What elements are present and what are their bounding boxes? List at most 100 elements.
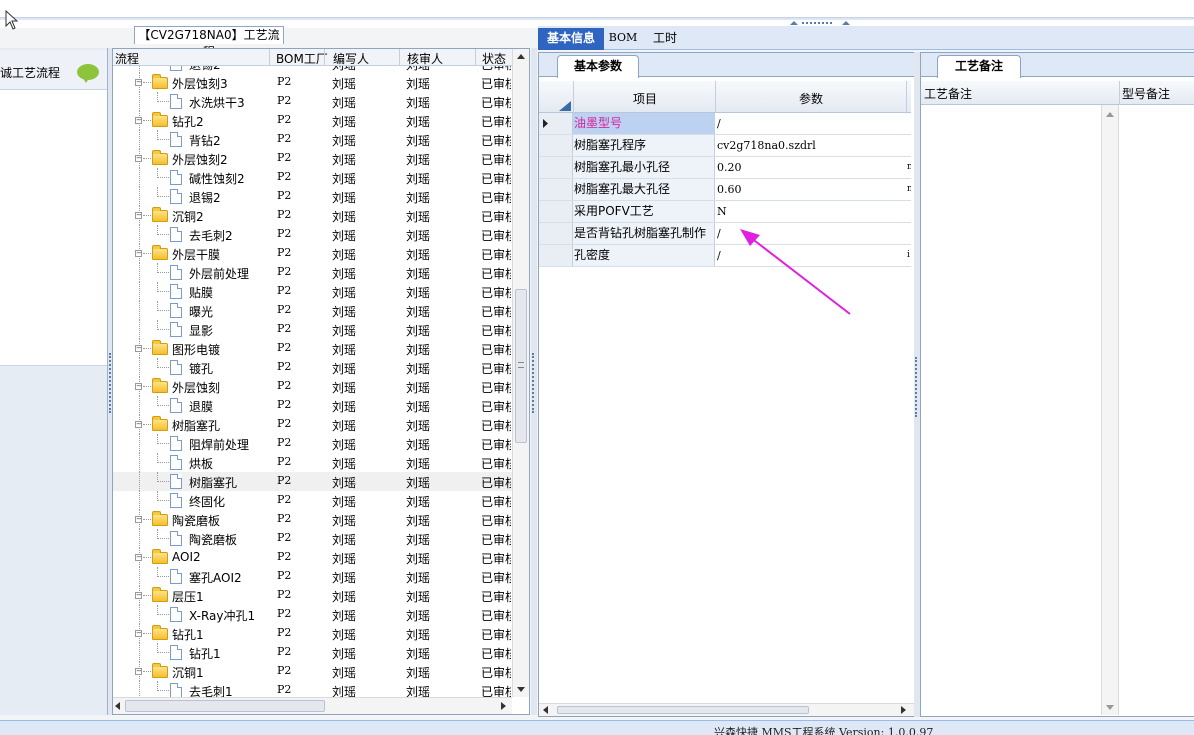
tree-step-row[interactable]: 终固化 P2 刘瑶 刘瑶 已审核: [113, 491, 513, 510]
column-divider[interactable]: [715, 81, 716, 113]
tree-folder-row[interactable]: − 钻孔1 P2 刘瑶 刘瑶 已审核: [113, 624, 513, 643]
scroll-left-icon[interactable]: [115, 702, 120, 710]
scroll-down-icon[interactable]: [517, 687, 525, 692]
header-flow[interactable]: 流程: [115, 50, 139, 67]
param-value[interactable]: 0.60: [716, 179, 906, 200]
collapse-toggle-icon[interactable]: −: [135, 79, 142, 86]
header-reviewer[interactable]: 核审人: [407, 50, 443, 67]
collapse-toggle-icon[interactable]: −: [135, 516, 142, 523]
collapse-toggle-icon[interactable]: −: [135, 592, 142, 599]
tree-step-row[interactable]: 去毛刺2 P2 刘瑶 刘瑶 已审核: [113, 225, 513, 244]
tree-step-row[interactable]: 镀孔 P2 刘瑶 刘瑶 已审核: [113, 358, 513, 377]
header-process-notes[interactable]: 工艺备注: [924, 85, 972, 102]
column-divider[interactable]: [324, 49, 325, 66]
tree-step-row[interactable]: 阻焊前处理 P2 刘瑶 刘瑶 已审核: [113, 434, 513, 453]
column-divider[interactable]: [399, 49, 400, 66]
tree-step-row[interactable]: 贴膜 P2 刘瑶 刘瑶 已审核: [113, 282, 513, 301]
column-divider[interactable]: [906, 81, 907, 113]
column-divider[interactable]: [1119, 81, 1120, 105]
tree-horizontal-scrollbar[interactable]: [113, 697, 512, 714]
collapse-toggle-icon[interactable]: −: [135, 250, 142, 257]
tree-step-row[interactable]: 水洗烘干3 P2 刘瑶 刘瑶 已审核: [113, 92, 513, 111]
collapse-toggle-icon[interactable]: −: [135, 630, 142, 637]
tree-folder-row[interactable]: − 陶瓷磨板 P2 刘瑶 刘瑶 已审核: [113, 510, 513, 529]
tree-step-row[interactable]: 树脂塞孔 P2 刘瑶 刘瑶 已审核: [113, 472, 513, 491]
tree-folder-row[interactable]: − 沉铜1 P2 刘瑶 刘瑶 已审核: [113, 662, 513, 681]
collapse-toggle-icon[interactable]: −: [135, 383, 142, 390]
scroll-right-icon[interactable]: [901, 706, 906, 714]
tree-step-row[interactable]: 退锡2 P2 刘瑶 刘瑶 已审核: [113, 187, 513, 206]
row-header[interactable]: [539, 135, 573, 156]
tree-step-row[interactable]: 塞孔AOI2 P2 刘瑶 刘瑶 已审核: [113, 567, 513, 586]
notes-vertical-scrollbar[interactable]: [1101, 105, 1119, 715]
tab-work-hours[interactable]: 工时: [646, 28, 684, 50]
scrollbar-thumb[interactable]: [515, 289, 527, 443]
tab-basic-info[interactable]: 基本信息: [538, 28, 604, 50]
tree-folder-row[interactable]: − 外层干膜 P2 刘瑶 刘瑶 已审核: [113, 244, 513, 263]
tree-folder-row[interactable]: − 树脂塞孔 P2 刘瑶 刘瑶 已审核: [113, 415, 513, 434]
header-bom[interactable]: BOM工厂: [276, 50, 328, 67]
middle-splitter[interactable]: [531, 48, 537, 715]
row-header[interactable]: [539, 179, 573, 200]
collapse-toggle-icon[interactable]: −: [135, 554, 142, 561]
param-value[interactable]: cv2g718na0.szdrl: [716, 135, 906, 156]
tree-step-row[interactable]: 外层前处理 P2 刘瑶 刘瑶 已审核: [113, 263, 513, 282]
tree-step-row[interactable]: 碱性蚀刻2 P2 刘瑶 刘瑶 已审核: [113, 168, 513, 187]
row-header[interactable]: [539, 113, 573, 134]
param-row[interactable]: 油墨型号 /: [539, 113, 911, 135]
tree-folder-row[interactable]: − 外层蚀刻2 P2 刘瑶 刘瑶 已审核: [113, 149, 513, 168]
tab-bom[interactable]: BOM: [608, 28, 638, 50]
tree-step-row[interactable]: 显影 P2 刘瑶 刘瑶 已审核: [113, 320, 513, 339]
param-row[interactable]: 树脂塞孔最大孔径0.60m: [539, 179, 911, 201]
column-divider[interactable]: [475, 49, 476, 66]
param-value[interactable]: /: [716, 113, 906, 134]
header-writer[interactable]: 编写人: [333, 50, 369, 67]
collapse-toggle-icon[interactable]: −: [135, 345, 142, 352]
header-item[interactable]: 项目: [633, 90, 657, 107]
param-value[interactable]: N: [716, 201, 906, 222]
tab-process-notes[interactable]: 工艺备注: [937, 55, 1021, 78]
tree-step-row[interactable]: 去毛刺1 P2 刘瑶 刘瑶 已审核: [113, 681, 513, 697]
scroll-down-icon[interactable]: [1106, 705, 1114, 710]
tree-step-row[interactable]: 钻孔1 P2 刘瑶 刘瑶 已审核: [113, 643, 513, 662]
tree-folder-row[interactable]: − 钻孔2 P2 刘瑶 刘瑶 已审核: [113, 111, 513, 130]
scroll-up-icon[interactable]: [1106, 112, 1114, 117]
row-header[interactable]: [539, 157, 573, 178]
header-model-notes[interactable]: 型号备注: [1122, 85, 1170, 102]
tree-folder-row[interactable]: − AOI2 P2 刘瑶 刘瑶 已审核: [113, 548, 513, 567]
collapse-toggle-icon[interactable]: −: [135, 212, 142, 219]
header-param[interactable]: 参数: [799, 90, 823, 107]
row-header[interactable]: [539, 201, 573, 222]
tree-step-row[interactable]: 退锡2 P2 刘瑶 刘瑶 已审核: [113, 66, 513, 73]
tree-step-row[interactable]: 曝光 P2 刘瑶 刘瑶 已审核: [113, 301, 513, 320]
tree-step-row[interactable]: 烘板 P2 刘瑶 刘瑶 已审核: [113, 453, 513, 472]
collapse-toggle-icon[interactable]: −: [135, 155, 142, 162]
scrollbar-thumb[interactable]: [125, 700, 325, 712]
tree-step-row[interactable]: 陶瓷磨板 P2 刘瑶 刘瑶 已审核: [113, 529, 513, 548]
row-header[interactable]: [539, 245, 573, 266]
tree-folder-row[interactable]: − 外层蚀刻 P2 刘瑶 刘瑶 已审核: [113, 377, 513, 396]
tree-folder-row[interactable]: − 沉铜2 P2 刘瑶 刘瑶 已审核: [113, 206, 513, 225]
tree-step-row[interactable]: 背钻2 P2 刘瑶 刘瑶 已审核: [113, 130, 513, 149]
row-header[interactable]: [539, 223, 573, 244]
column-divider[interactable]: [269, 49, 270, 66]
tree-step-row[interactable]: 退膜 P2 刘瑶 刘瑶 已审核: [113, 396, 513, 415]
param-value[interactable]: 0.20: [716, 157, 906, 178]
scroll-left-icon[interactable]: [543, 706, 548, 714]
collapse-toggle-icon[interactable]: −: [135, 117, 142, 124]
header-status[interactable]: 状态: [482, 50, 506, 67]
tree-folder-row[interactable]: − 层压1 P2 刘瑶 刘瑶 已审核: [113, 586, 513, 605]
scroll-right-icon[interactable]: [501, 702, 506, 710]
tree-vertical-scrollbar[interactable]: [512, 49, 529, 697]
scrollbar-thumb[interactable]: [557, 706, 809, 714]
tab-basic-params[interactable]: 基本参数: [557, 55, 639, 78]
param-row[interactable]: 树脂塞孔最小孔径0.20m: [539, 157, 911, 179]
tree-step-row[interactable]: X-Ray冲孔1 P2 刘瑶 刘瑶 已审核: [113, 605, 513, 624]
tree-folder-row[interactable]: − 外层蚀刻3 P2 刘瑶 刘瑶 已审核: [113, 73, 513, 92]
nav-item-process-flow[interactable]: 诚工艺流程: [0, 50, 107, 90]
param-row[interactable]: 采用POFV工艺 N: [539, 201, 911, 223]
scroll-up-icon[interactable]: [517, 54, 525, 59]
collapse-toggle-icon[interactable]: −: [135, 421, 142, 428]
param-row[interactable]: 树脂塞孔程序 cv2g718na0.szdrl: [539, 135, 911, 157]
collapse-toggle-icon[interactable]: −: [135, 668, 142, 675]
